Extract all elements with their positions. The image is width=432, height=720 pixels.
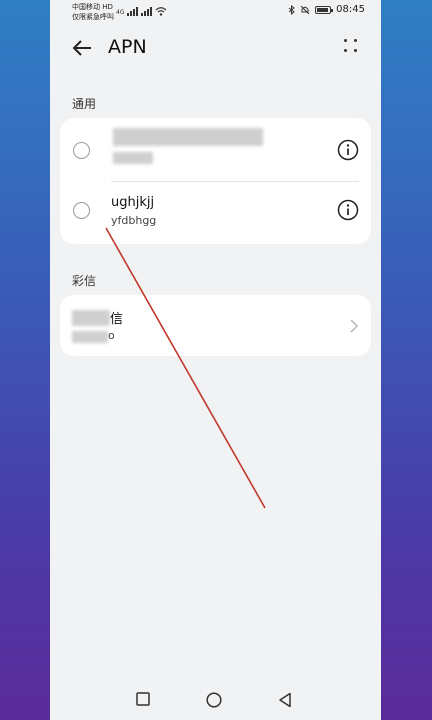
bluetooth-icon	[288, 4, 295, 15]
wifi-icon	[156, 7, 167, 16]
more-options-icon[interactable]	[343, 38, 359, 54]
apn-list-mms: 信 o	[60, 295, 371, 356]
redacted-apn-value	[113, 152, 153, 164]
app-bar: APN	[50, 28, 381, 68]
arrow-left-icon[interactable]	[70, 36, 94, 60]
apn-name: ughjkjj	[111, 195, 155, 210]
redacted-mms-value	[72, 331, 108, 343]
circle-icon[interactable]	[206, 692, 222, 708]
phone-screen: 中国移动 HD 仅限紧急呼叫 4G 08:45 APN 通用 ughjkjj y…	[50, 0, 381, 720]
clock: 08:45	[336, 4, 365, 15]
apn-radio-button[interactable]	[73, 142, 90, 159]
signal-icon	[127, 7, 139, 16]
redacted-mms-name	[72, 310, 110, 326]
emergency-only-label: 仅限紧急呼叫	[72, 13, 114, 21]
system-nav-bar	[50, 680, 381, 720]
signal-icons: 4G	[116, 6, 167, 16]
section-mms-label: 彩信	[72, 274, 97, 288]
chevron-right-icon	[350, 319, 359, 333]
mms-apn-row[interactable]: 信 o	[60, 295, 371, 356]
triangle-back-icon[interactable]	[278, 692, 292, 708]
info-icon[interactable]	[337, 199, 359, 221]
info-icon[interactable]	[337, 139, 359, 161]
status-right: 08:45	[288, 4, 365, 15]
battery-icon	[315, 5, 334, 14]
carrier-name: 中国移动 HD	[72, 3, 113, 11]
apn-list-general: ughjkjj yfdbhgg	[60, 118, 371, 244]
network-type: 4G	[116, 9, 125, 16]
mms-apn-name: 信	[110, 312, 124, 327]
carrier-info: 中国移动 HD 仅限紧急呼叫	[72, 2, 114, 22]
signal-icon	[141, 7, 153, 16]
mms-apn-value: o	[108, 329, 115, 342]
apn-row-redacted[interactable]	[60, 118, 371, 181]
mute-bell-icon	[300, 5, 310, 14]
redacted-apn-name	[113, 128, 263, 146]
section-general-label: 通用	[72, 97, 97, 111]
apn-value: yfdbhgg	[111, 214, 157, 227]
apn-radio-button[interactable]	[73, 202, 90, 219]
apn-row[interactable]: ughjkjj yfdbhgg	[60, 181, 371, 244]
square-icon[interactable]	[136, 692, 150, 706]
page-title: APN	[108, 36, 147, 58]
status-bar: 中国移动 HD 仅限紧急呼叫 4G 08:45	[50, 0, 381, 24]
